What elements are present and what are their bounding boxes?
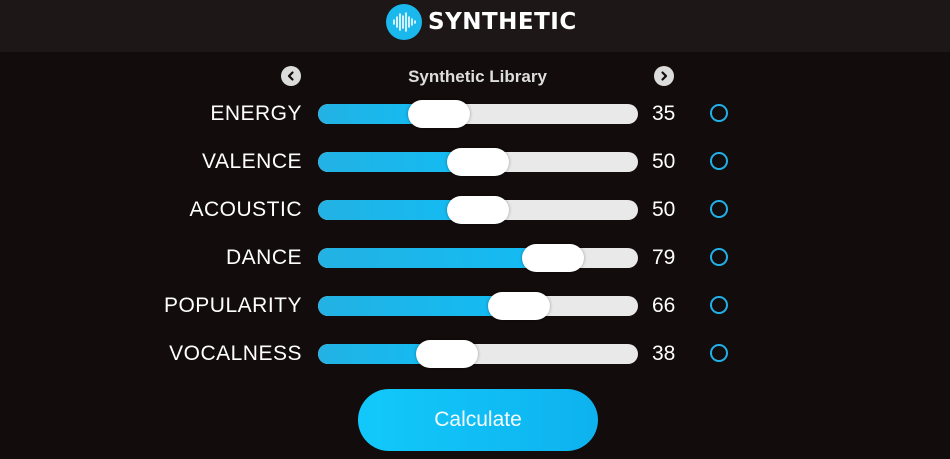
slider-value: 35 [652, 102, 676, 125]
radio-button[interactable] [710, 152, 728, 170]
app-logo: SYNTHETIC [386, 4, 577, 40]
slider-thumb[interactable] [521, 244, 584, 272]
slider-track[interactable] [318, 104, 638, 124]
slider-value: 66 [652, 294, 676, 317]
slider-track[interactable] [318, 296, 638, 316]
slider-label: VOCALNESS [169, 342, 302, 365]
radio-button[interactable] [710, 344, 728, 362]
slider-thumb[interactable] [408, 100, 471, 128]
slider-value: 38 [652, 342, 676, 365]
slider-fill [318, 248, 553, 268]
app-header: SYNTHETIC [0, 0, 950, 52]
radio-button[interactable] [710, 104, 728, 122]
slider-value: 79 [652, 246, 676, 269]
slider-thumb[interactable] [447, 148, 509, 176]
library-title: Synthetic Library [408, 67, 547, 86]
slider-row-energy: ENERGY 35 [0, 99, 950, 129]
slider-label: DANCE [225, 246, 302, 269]
chevron-right-icon[interactable] [654, 66, 674, 86]
slider-thumb[interactable] [416, 340, 479, 368]
slider-value: 50 [652, 150, 676, 173]
radio-button[interactable] [710, 296, 728, 314]
slider-label: ENERGY [210, 102, 302, 125]
soundwave-icon [386, 4, 422, 40]
slider-row-vocalness: VOCALNESS 38 [0, 339, 950, 369]
app-name: SYNTHETIC [428, 9, 577, 35]
slider-row-dance: DANCE 79 [0, 243, 950, 273]
slider-thumb[interactable] [488, 292, 551, 320]
slider-row-acoustic: ACOUSTIC 50 [0, 195, 950, 225]
slider-thumb[interactable] [447, 196, 509, 224]
slider-label: VALENCE [202, 150, 302, 173]
slider-track[interactable] [318, 248, 638, 268]
slider-label: ACOUSTIC [189, 198, 302, 221]
radio-button[interactable] [710, 200, 728, 218]
library-navigator: Synthetic Library [280, 64, 680, 88]
slider-value: 50 [652, 198, 676, 221]
slider-row-valence: VALENCE 50 [0, 147, 950, 177]
slider-label: POPULARITY [163, 294, 302, 317]
radio-button[interactable] [710, 248, 728, 266]
calculate-button[interactable]: Calculate [358, 389, 598, 451]
chevron-left-icon[interactable] [281, 66, 301, 86]
slider-row-popularity: POPULARITY 66 [0, 291, 950, 321]
